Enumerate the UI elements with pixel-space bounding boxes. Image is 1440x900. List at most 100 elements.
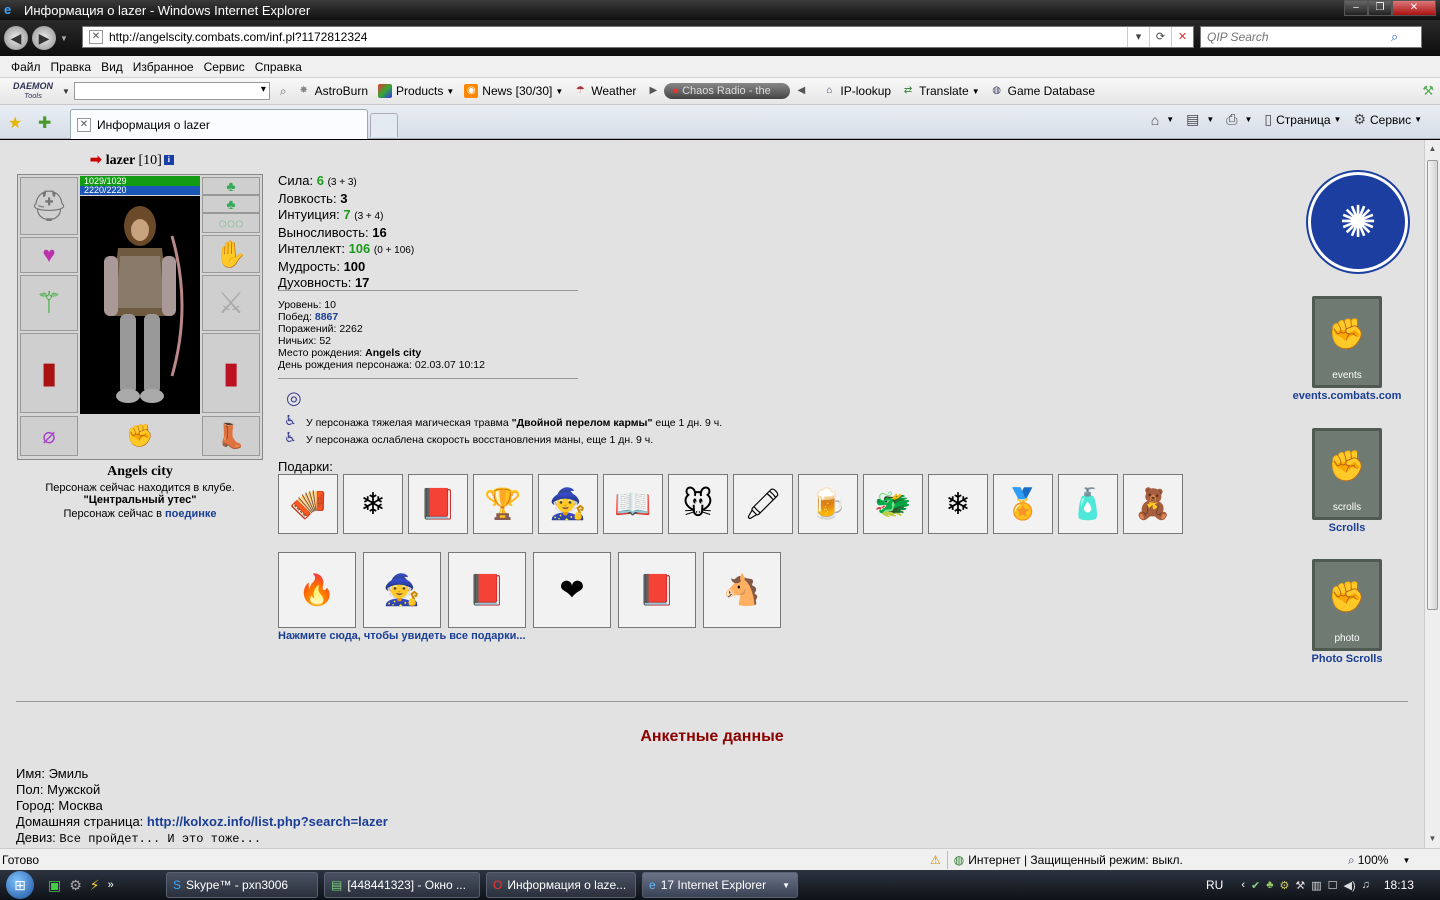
search-icon[interactable]: ⌕ xyxy=(1391,29,1398,45)
gift-item[interactable]: 🧸 xyxy=(1123,474,1183,534)
gift-item[interactable]: 🐴 xyxy=(703,552,781,628)
gift-item[interactable]: 📕 xyxy=(448,552,526,628)
tray-icon[interactable]: ⚙ xyxy=(1279,879,1289,892)
boots-slot[interactable]: 👢 xyxy=(202,416,260,456)
task-opera[interactable]: O Информация о laze... xyxy=(486,872,636,898)
gift-item[interactable]: 🏆 xyxy=(473,474,533,534)
amulet-slot[interactable]: ♣ xyxy=(202,177,260,195)
favorites-star-icon[interactable]: ★ xyxy=(8,113,22,133)
toolbar-products[interactable]: Products ▼ xyxy=(378,84,454,98)
volume-icon[interactable]: ◀ xyxy=(794,84,808,98)
banner-scrolls[interactable]: ✊ scrolls Scrolls xyxy=(1297,428,1397,534)
info-wins-value[interactable]: 8867 xyxy=(315,311,338,323)
photo-scrolls-link[interactable]: Photo Scrolls xyxy=(1312,653,1383,665)
radio-player[interactable]: ▶ ● Chaos Radio - the ◀ xyxy=(646,83,812,99)
all-gifts-link[interactable]: Нажмите сюда, чтобы увидеть все подарки.… xyxy=(278,630,526,642)
radio-station[interactable]: ● Chaos Radio - the xyxy=(664,83,791,99)
daemon-search-icon[interactable]: ⌕ xyxy=(280,84,287,99)
toolbar-translate[interactable]: ⇄ Translate ▼ xyxy=(901,84,980,98)
network-icon[interactable]: ▥ xyxy=(1311,879,1321,892)
menu-tools[interactable]: Сервис xyxy=(199,60,250,74)
language-indicator[interactable]: RU xyxy=(1206,878,1223,892)
rings-slot[interactable]: ◌◌◌ xyxy=(202,213,260,233)
forward-button[interactable]: ▶ xyxy=(32,26,56,50)
toolbar-iplookup[interactable]: ⌂ IP-lookup xyxy=(822,84,891,98)
gift-item[interactable]: 🐭 xyxy=(668,474,728,534)
feeds-button[interactable]: ▤ ▼ xyxy=(1186,111,1214,128)
maximize-button[interactable]: ❐ xyxy=(1368,0,1392,16)
search-input[interactable] xyxy=(1201,30,1391,44)
address-field[interactable]: ✕ http://angelscity.combats.com/inf.pl?1… xyxy=(82,26,1194,48)
menu-help[interactable]: Справка xyxy=(250,60,307,74)
url-text[interactable]: http://angelscity.combats.com/inf.pl?117… xyxy=(109,30,367,44)
play-icon[interactable]: ▶ xyxy=(646,84,660,98)
info-icon[interactable]: i xyxy=(163,155,174,165)
gift-item[interactable]: 🧴 xyxy=(1058,474,1118,534)
url-dropdown-icon[interactable]: ▾ xyxy=(1127,27,1149,47)
menu-edit[interactable]: Правка xyxy=(46,60,97,74)
menu-file[interactable]: Файл xyxy=(6,60,46,74)
banner-events[interactable]: ✊ events events.combats.com xyxy=(1293,296,1401,402)
gift-item[interactable]: 🐲 xyxy=(863,474,923,534)
menu-view[interactable]: Вид xyxy=(96,60,128,74)
earrings-slot[interactable]: ♣ xyxy=(202,195,260,213)
daemon-tools-logo[interactable]: DAEMON Tools xyxy=(8,82,58,101)
start-button[interactable]: ⊞ xyxy=(0,870,40,900)
scroll-up-icon[interactable]: ▲ xyxy=(1425,142,1440,156)
vertical-scrollbar[interactable]: ▲ ▼ xyxy=(1424,140,1440,848)
gift-item[interactable]: 📕 xyxy=(408,474,468,534)
rune-icon[interactable]: ◎ xyxy=(286,388,302,409)
daemon-search-input[interactable] xyxy=(73,82,270,100)
gift-item[interactable]: 🪗 xyxy=(278,474,338,534)
leggings-slot[interactable]: ▮ xyxy=(202,333,260,413)
tray-icon[interactable]: ⚒ xyxy=(1295,879,1305,892)
daemon-dropdown-icon[interactable]: ▼ xyxy=(62,87,70,96)
search-field[interactable]: ⌕ xyxy=(1200,26,1422,48)
wrench-icon[interactable]: ⚒ xyxy=(1422,83,1434,99)
tab-active[interactable]: ✕ Информация о lazer xyxy=(70,109,368,139)
mana-debuff-icon[interactable]: ♿ xyxy=(284,429,297,446)
popup-blocker-icon[interactable]: ⚠ xyxy=(930,853,941,867)
gloves-slot[interactable]: ✋ xyxy=(202,235,260,273)
clan-emblem[interactable]: ✺ xyxy=(1308,172,1408,272)
private-message-icon[interactable]: ➡ xyxy=(90,153,102,168)
task-ie[interactable]: e 17 Internet Explorer ▼ xyxy=(642,872,798,898)
toolbar-weather[interactable]: ☂ Weather xyxy=(573,84,637,98)
banner-photo-scrolls[interactable]: ✊ photo Photo Scrolls xyxy=(1297,559,1397,665)
toolbar-news[interactable]: ◉ News [30/30] ▼ xyxy=(464,84,563,98)
new-tab-button[interactable] xyxy=(370,113,398,137)
toolbar-astroburn[interactable]: ✸ AstroBurn xyxy=(297,84,368,98)
page-menu[interactable]: ▯ Страница ▼ xyxy=(1264,111,1341,128)
armor-slot[interactable]: ▮ xyxy=(20,333,78,413)
gift-item[interactable]: 🖍 xyxy=(733,474,793,534)
quicklaunch-icon[interactable]: ⚙ xyxy=(69,877,82,894)
gift-item[interactable]: ❄ xyxy=(343,474,403,534)
minimize-button[interactable]: – xyxy=(1344,0,1368,16)
clock[interactable]: 18:13 xyxy=(1384,878,1414,892)
tools-menu[interactable]: ⚙ Сервис ▼ xyxy=(1353,111,1422,128)
gift-item[interactable]: 🧙 xyxy=(363,552,441,628)
tray-icon[interactable]: ✔ xyxy=(1251,879,1260,892)
tray-icon[interactable]: ♣ xyxy=(1266,879,1273,891)
add-favorite-icon[interactable]: ✚ xyxy=(38,113,51,133)
zoom-control[interactable]: ⌕ 100% ▼ xyxy=(1348,849,1410,871)
events-link[interactable]: events.combats.com xyxy=(1293,390,1402,402)
scroll-down-icon[interactable]: ▼ xyxy=(1425,832,1440,846)
gift-item[interactable]: 🍺 xyxy=(798,474,858,534)
battle-link[interactable]: поединке xyxy=(165,508,217,520)
gift-item[interactable]: ❄ xyxy=(928,474,988,534)
gift-item[interactable]: ❤ xyxy=(533,552,611,628)
gift-item[interactable]: 📕 xyxy=(618,552,696,628)
volume-icon[interactable]: ◀) xyxy=(1343,879,1355,892)
toolbar-gamedb[interactable]: ◍ Game Database xyxy=(990,84,1095,98)
homepage-link[interactable]: http://kolxoz.info/list.php?search=lazer xyxy=(147,814,388,829)
home-button[interactable]: ⌂ ▼ xyxy=(1151,112,1174,128)
tray-icon[interactable]: ☐ xyxy=(1328,879,1338,892)
scrolls-link[interactable]: Scrolls xyxy=(1329,522,1366,534)
weapon-slot[interactable]: ⚚ xyxy=(20,275,78,331)
bracers-slot[interactable]: ♥ xyxy=(20,237,78,273)
quicklaunch-more-icon[interactable]: » xyxy=(108,879,114,891)
task-skype[interactable]: S Skype™ - pxn3006 xyxy=(166,872,318,898)
quicklaunch-icon[interactable]: ⚡ xyxy=(90,877,100,894)
history-dropdown-icon[interactable]: ▼ xyxy=(60,34,68,43)
